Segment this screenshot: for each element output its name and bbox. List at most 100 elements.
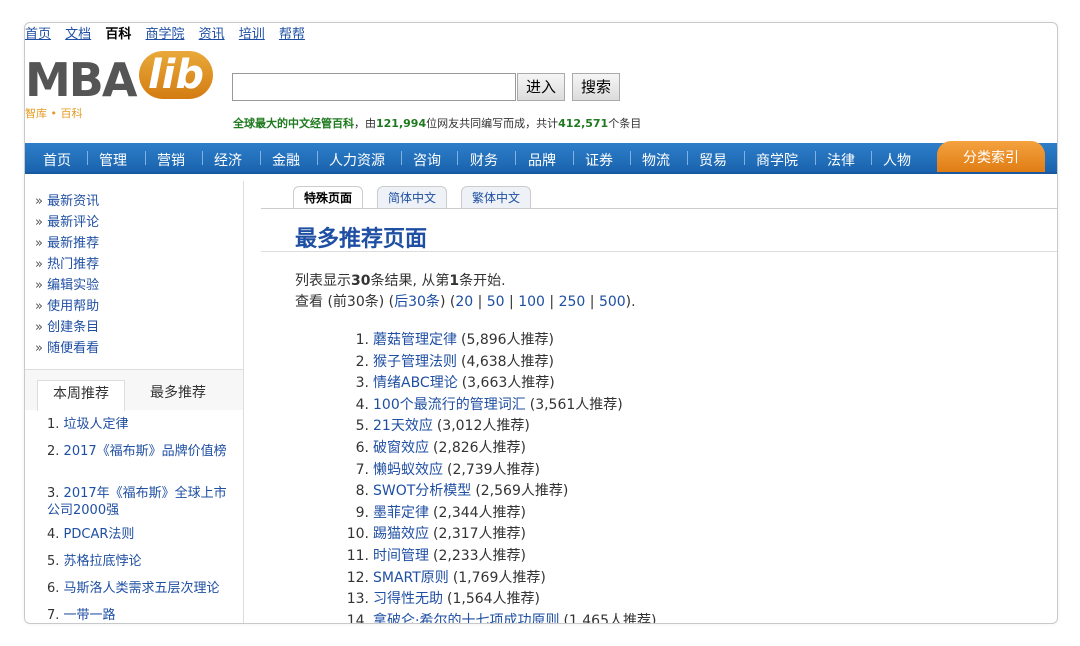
list-title[interactable]: 2017年《福布斯》全球上市公司2000强 — [47, 486, 227, 518]
main-nav-item[interactable]: 商学院 — [756, 150, 798, 170]
rank-title-link[interactable]: 100个最流行的管理词汇 — [373, 397, 526, 413]
rank-title-link[interactable]: SMART原则 — [373, 570, 449, 586]
sidebar-link[interactable]: 创建条目 — [35, 317, 99, 338]
main-nav-item[interactable]: 品牌 — [528, 150, 556, 170]
rank-count: (2,317人推荐) — [433, 526, 527, 543]
main-nav-item[interactable]: 经济 — [214, 150, 242, 170]
sidebar-link[interactable]: 编辑实验 — [35, 275, 99, 296]
site-stats: 全球最大的中文经管百科，由121,994位网友共同编写而成，共计412,571个… — [233, 115, 641, 131]
main-nav-item[interactable]: 金融 — [272, 150, 300, 170]
list-title[interactable]: PDCAR法则 — [64, 527, 135, 542]
nav-separator — [871, 151, 872, 165]
main-nav-item[interactable]: 营销 — [157, 150, 185, 170]
sidebar-list-item[interactable]: 1. 垃圾人定律 — [47, 416, 237, 433]
list-title[interactable]: 苏格拉底悖论 — [64, 554, 142, 569]
sidebar-list-item[interactable]: 7. 一带一路 — [47, 607, 237, 623]
main-nav-item[interactable]: 人物 — [883, 150, 911, 170]
rank-count: (2,739人推荐) — [447, 461, 541, 478]
tab-traditional-chinese[interactable]: 繁体中文 — [461, 186, 532, 209]
rank-count: (3,663人推荐) — [461, 375, 555, 392]
rank-title-link[interactable]: 破窗效应 — [373, 440, 429, 456]
main-nav-item[interactable]: 法律 — [827, 150, 855, 170]
main-nav-item[interactable]: 首页 — [43, 150, 71, 170]
page-size-link[interactable]: 50 — [487, 294, 505, 310]
sidebar-list-item[interactable]: 2. 2017《福布斯》品牌价值榜 — [47, 443, 237, 460]
main-nav-item[interactable]: 物流 — [642, 150, 670, 170]
main-nav-item[interactable]: 人力资源 — [329, 150, 385, 170]
page-size-link[interactable]: 100 — [518, 294, 545, 310]
rank-number: 6. — [355, 440, 369, 456]
sidebar-link[interactable]: 使用帮助 — [35, 296, 99, 317]
page-size-link[interactable]: 250 — [559, 294, 586, 310]
top-nav-item-active[interactable]: 百科 — [105, 27, 131, 42]
rank-title-link[interactable]: 时间管理 — [373, 548, 429, 564]
rank-number: 4. — [355, 396, 369, 413]
next-30-link[interactable]: 后30条 — [394, 294, 440, 310]
top-nav-item[interactable]: 培训 — [239, 27, 265, 42]
tab-most[interactable]: 最多推荐 — [135, 380, 221, 410]
rank-title-link[interactable]: SWOT分析模型 — [373, 483, 471, 499]
sidebar-list-item[interactable]: 5. 苏格拉底悖论 — [47, 553, 237, 570]
list-item: 1. 蘑菇管理定律 (5,896人推荐) — [325, 329, 554, 349]
rank-title-link[interactable]: 猴子管理法则 — [373, 354, 457, 370]
sidebar-link[interactable]: 最新资讯 — [35, 191, 99, 212]
sidebar-list-item[interactable]: 4. PDCAR法则 — [47, 526, 237, 543]
top-nav-item[interactable]: 文档 — [65, 27, 91, 42]
list-item: 2. 猴子管理法则 (4,638人推荐) — [325, 351, 554, 371]
list-title[interactable]: 垃圾人定律 — [64, 417, 129, 432]
sidebar-link[interactable]: 热门推荐 — [35, 254, 99, 275]
rank-title-link[interactable]: 踢猫效应 — [373, 526, 429, 542]
top-nav-item[interactable]: 首页 — [25, 27, 51, 42]
enter-button[interactable]: 进入 — [517, 73, 566, 101]
main-nav-item[interactable]: 贸易 — [699, 150, 727, 170]
category-index-tab[interactable]: 分类索引 — [937, 141, 1045, 172]
list-title[interactable]: 2017《福布斯》品牌价值榜 — [64, 444, 227, 459]
rank-number: 9. — [355, 504, 369, 521]
rank-count: (2,569人推荐) — [475, 483, 569, 500]
top-nav-item[interactable]: 资讯 — [199, 27, 225, 42]
list-title[interactable]: 马斯洛人类需求五层次理论 — [64, 581, 220, 596]
page-title: 最多推荐页面 — [295, 227, 428, 252]
page-size-link[interactable]: 20 — [455, 294, 473, 310]
site-logo[interactable]: MBA lib 智库 • 百科 — [25, 51, 225, 120]
main-nav-item[interactable]: 证券 — [585, 150, 613, 170]
list-item: 11. 时间管理 (2,233人推荐) — [325, 545, 526, 565]
top-nav-item[interactable]: 帮帮 — [279, 27, 305, 42]
rank-title-link[interactable]: 拿破仑·希尔的十七项成功原则 — [373, 613, 559, 623]
page-size-link[interactable]: 500 — [599, 294, 626, 310]
rank-number: 12. — [346, 569, 369, 586]
rank-count: (3,012人推荐) — [436, 418, 530, 435]
logo-lib-badge: lib — [139, 51, 213, 99]
search-button[interactable]: 搜索 — [572, 73, 621, 101]
sidebar-list-item[interactable]: 3. 2017年《福布斯》全球上市公司2000强 — [47, 485, 237, 519]
rank-count: (1,769人推荐) — [452, 569, 546, 586]
rank-count: (4,638人推荐) — [461, 353, 555, 370]
rank-number: 7. — [355, 461, 369, 478]
rank-title-link[interactable]: 情绪ABC理论 — [373, 375, 458, 391]
rank-title-link[interactable]: 懒蚂蚁效应 — [373, 462, 443, 478]
rank-number: 3. — [355, 375, 369, 392]
tab-weekly[interactable]: 本周推荐 — [37, 380, 125, 411]
top-nav-item[interactable]: 商学院 — [145, 27, 184, 42]
main-nav-item[interactable]: 财务 — [470, 150, 498, 170]
rank-title-link[interactable]: 墨菲定律 — [373, 505, 429, 521]
rank-title-link[interactable]: 蘑菇管理定律 — [373, 332, 457, 348]
main-nav-item[interactable]: 管理 — [99, 150, 127, 170]
nav-separator — [515, 151, 516, 165]
sidebar-link[interactable]: 最新推荐 — [35, 233, 99, 254]
sidebar-link[interactable]: 随便看看 — [35, 338, 99, 359]
search-input[interactable] — [232, 73, 516, 101]
nav-separator — [687, 151, 688, 165]
tab-simplified-chinese[interactable]: 简体中文 — [377, 186, 448, 209]
rank-title-link[interactable]: 21天效应 — [373, 418, 433, 434]
list-title[interactable]: 一带一路 — [64, 608, 116, 623]
main-nav-item[interactable]: 咨询 — [413, 150, 441, 170]
rank-title-link[interactable]: 习得性无助 — [373, 591, 443, 607]
pagination-options: 查看 (前30条) (后30条) (20 | 50 | 100 | 250 | … — [295, 294, 636, 310]
sidebar-link[interactable]: 最新评论 — [35, 212, 99, 233]
stats-users: 121,994 — [376, 117, 427, 130]
tab-special-pages[interactable]: 特殊页面 — [293, 186, 364, 209]
list-item: 4. 100个最流行的管理词汇 (3,561人推荐) — [325, 394, 623, 414]
list-num: 7. — [47, 608, 60, 623]
sidebar-list-item[interactable]: 6. 马斯洛人类需求五层次理论 — [47, 580, 237, 597]
